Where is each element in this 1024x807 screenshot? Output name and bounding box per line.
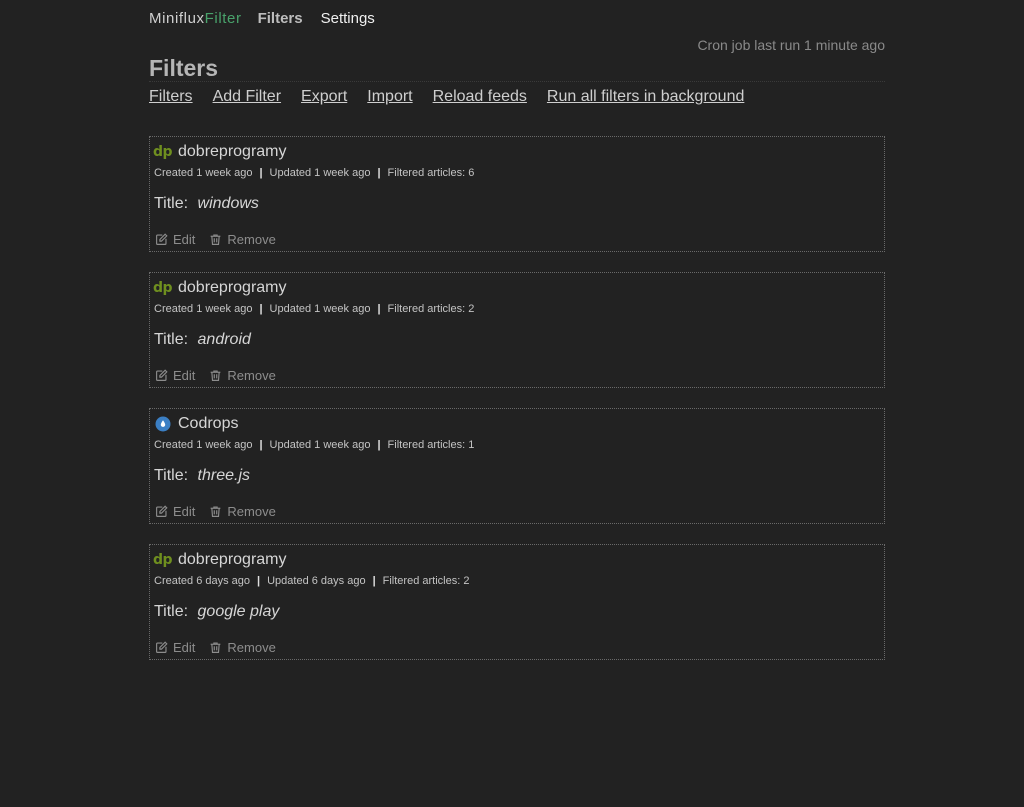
brand-main: Miniflux [149, 9, 205, 27]
dobreprogramy-icon: dp [152, 552, 173, 568]
rule-value: google play [197, 603, 280, 620]
edit-label: Edit [173, 368, 196, 383]
edit-icon [156, 505, 168, 517]
rule-label: Title: [154, 603, 189, 620]
edit-button[interactable]: Edit [155, 368, 195, 383]
trash-icon [211, 506, 221, 517]
filter-card: dp dobreprogramy Created 6 days ago | Up… [149, 544, 885, 660]
remove-button[interactable]: Remove [209, 504, 276, 519]
filter-card-header: dp dobreprogramy [152, 279, 287, 297]
page: MinifluxFilter Filters Settings Cron job… [149, 0, 885, 660]
action-import-link[interactable]: Import [367, 88, 412, 106]
filter-rule: Title: windows [154, 195, 259, 213]
nav-filters[interactable]: Filters [258, 10, 303, 27]
updated-date: Updated 1 week ago [269, 167, 371, 179]
top-nav: MinifluxFilter Filters Settings [149, 0, 885, 36]
page-title: Filters [149, 55, 219, 81]
meta-separator: | [377, 303, 381, 315]
remove-label: Remove [227, 640, 276, 655]
created-date: Created 1 week ago [154, 167, 253, 179]
filter-card-header: Codrops [154, 415, 238, 433]
edit-icon [156, 641, 168, 653]
remove-label: Remove [227, 504, 276, 519]
filtered-count: Filtered articles: 6 [387, 167, 475, 179]
edit-icon [156, 233, 168, 245]
meta-separator: | [257, 575, 261, 587]
rule-value: three.js [197, 467, 250, 484]
codrops-icon [154, 416, 171, 433]
dobreprogramy-icon: dp [152, 280, 173, 296]
action-reload-feeds-link[interactable]: Reload feeds [433, 88, 527, 106]
brand-accent: Filter [204, 9, 242, 27]
filter-actions: Edit Remove [155, 368, 290, 383]
edit-button[interactable]: Edit [155, 640, 195, 655]
action-filters-link[interactable]: Filters [149, 88, 193, 106]
filter-meta: Created 6 days ago | Updated 6 days ago … [154, 575, 469, 587]
meta-separator: | [259, 167, 263, 179]
filter-actions: Edit Remove [155, 504, 290, 519]
edit-icon [156, 369, 168, 381]
updated-date: Updated 1 week ago [269, 303, 371, 315]
remove-button[interactable]: Remove [209, 368, 276, 383]
dobreprogramy-icon: dp [152, 144, 173, 160]
page-actions: Filters Add Filter Export Import Reload … [149, 88, 764, 106]
rule-value: windows [197, 195, 259, 212]
created-date: Created 1 week ago [154, 303, 253, 315]
rule-value: android [197, 331, 251, 348]
filter-actions: Edit Remove [155, 640, 290, 655]
filter-rule: Title: google play [154, 603, 279, 621]
remove-label: Remove [227, 368, 276, 383]
rule-label: Title: [154, 195, 189, 212]
meta-separator: | [259, 439, 263, 451]
filtered-count: Filtered articles: 2 [382, 575, 470, 587]
filter-meta: Created 1 week ago | Updated 1 week ago … [154, 167, 474, 179]
filter-card: dp dobreprogramy Created 1 week ago | Up… [149, 136, 885, 252]
rule-label: Title: [154, 467, 189, 484]
feed-name: dobreprogramy [178, 279, 287, 296]
filter-rule: Title: three.js [154, 467, 250, 485]
edit-label: Edit [173, 504, 196, 519]
trash-icon [211, 370, 221, 381]
edit-label: Edit [173, 640, 196, 655]
filter-meta: Created 1 week ago | Updated 1 week ago … [154, 439, 474, 451]
filter-card-header: dp dobreprogramy [152, 143, 287, 161]
remove-button[interactable]: Remove [209, 640, 276, 655]
feed-name: Codrops [178, 415, 239, 432]
cron-status: Cron job last run 1 minute ago [697, 37, 885, 53]
meta-separator: | [377, 439, 381, 451]
meta-separator: | [372, 575, 376, 587]
created-date: Created 6 days ago [154, 575, 251, 587]
edit-button[interactable]: Edit [155, 504, 195, 519]
title-divider [149, 81, 885, 82]
trash-icon [211, 642, 221, 653]
rule-label: Title: [154, 331, 189, 348]
filter-card-header: dp dobreprogramy [152, 551, 287, 569]
created-date: Created 1 week ago [154, 439, 253, 451]
updated-date: Updated 6 days ago [267, 575, 366, 587]
action-add-filter-link[interactable]: Add Filter [213, 88, 281, 106]
remove-button[interactable]: Remove [209, 232, 276, 247]
filter-meta: Created 1 week ago | Updated 1 week ago … [154, 303, 474, 315]
action-run-all-filters-link[interactable]: Run all filters in background [547, 88, 744, 106]
filter-rule: Title: android [154, 331, 251, 349]
filtered-count: Filtered articles: 1 [387, 439, 475, 451]
action-export-link[interactable]: Export [301, 88, 347, 106]
meta-separator: | [259, 303, 263, 315]
trash-icon [211, 234, 221, 245]
remove-label: Remove [227, 232, 276, 247]
filter-card: dp dobreprogramy Created 1 week ago | Up… [149, 272, 885, 388]
filter-actions: Edit Remove [155, 232, 290, 247]
edit-label: Edit [173, 232, 196, 247]
edit-button[interactable]: Edit [155, 232, 195, 247]
filter-card: Codrops Created 1 week ago | Updated 1 w… [149, 408, 885, 524]
meta-separator: | [377, 167, 381, 179]
feed-name: dobreprogramy [178, 551, 287, 568]
feed-name: dobreprogramy [178, 143, 287, 160]
filter-list: dp dobreprogramy Created 1 week ago | Up… [149, 136, 885, 680]
updated-date: Updated 1 week ago [269, 439, 371, 451]
brand-logo[interactable]: MinifluxFilter [149, 10, 242, 27]
nav-settings[interactable]: Settings [321, 10, 375, 27]
filtered-count: Filtered articles: 2 [387, 303, 475, 315]
